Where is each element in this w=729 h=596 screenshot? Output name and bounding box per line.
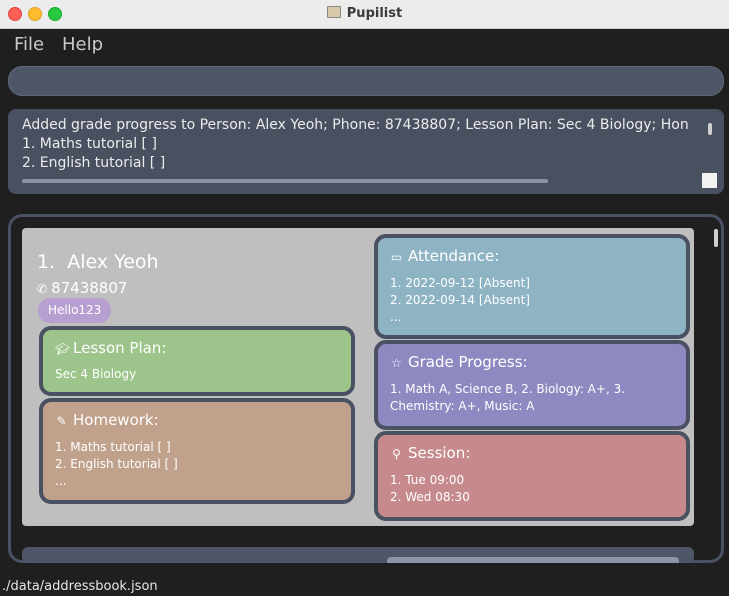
- result-horizontal-scrollbar[interactable]: [22, 179, 548, 183]
- command-input[interactable]: [8, 66, 724, 96]
- homework-item: 1. Maths tutorial [ ]: [55, 440, 171, 454]
- attendance-item: 2. 2022-09-14 [Absent]: [390, 293, 530, 307]
- app-icon: [326, 6, 341, 18]
- session-box: ⚲ Session: 1. Tue 09:00 2. Wed 08:30: [374, 431, 690, 521]
- person-index: 1.: [37, 251, 56, 273]
- result-line: Added grade progress to Person: Alex Yeo…: [22, 117, 689, 133]
- attendance-title: Attendance:: [408, 247, 500, 265]
- grade-progress-item: Chemistry: A+, Music: A: [390, 399, 535, 413]
- menu-help[interactable]: Help: [62, 34, 103, 55]
- grade-progress-box: ☆ Grade Progress: 1. Math A, Science B, 2…: [374, 340, 690, 430]
- attendance-item: ...: [390, 310, 402, 324]
- person-icon: ⚲: [392, 447, 401, 461]
- menu-file[interactable]: File: [14, 34, 44, 55]
- person-phone-row: ✆ 87438807: [37, 279, 127, 297]
- homework-box: ✎ Homework: 1. Maths tutorial [ ] 2. Engl…: [39, 398, 355, 504]
- lesson-plan-box: 🎓︎ Lesson Plan: Sec 4 Biology: [39, 326, 355, 396]
- menu-bar: File Help: [0, 29, 729, 59]
- next-person-card-box: [387, 557, 679, 563]
- pencil-icon: ✎: [56, 414, 67, 428]
- lesson-plan-title: Lesson Plan:: [73, 339, 167, 357]
- session-item: 1. Tue 09:00: [390, 473, 465, 487]
- result-line: 2. English tutorial [ ]: [22, 155, 166, 171]
- next-person-card[interactable]: [22, 547, 694, 563]
- lesson-plan-value: Sec 4 Biology: [55, 367, 137, 381]
- scrollbar-corner: [702, 173, 717, 188]
- grade-progress-title: Grade Progress:: [408, 353, 528, 371]
- grade-progress-item: 1. Math A, Science B, 2. Biology: A+, 3.: [390, 382, 626, 396]
- session-title: Session:: [408, 444, 471, 462]
- star-icon: ☆: [391, 356, 402, 370]
- result-display: Added grade progress to Person: Alex Yeo…: [8, 109, 724, 194]
- calendar-icon: ▭: [390, 250, 403, 264]
- result-vertical-scrollbar[interactable]: [708, 123, 712, 135]
- attendance-box: ▭ Attendance: 1. 2022-09-12 [Absent] 2. 2…: [374, 234, 690, 339]
- phone-icon: ✆: [37, 282, 48, 296]
- person-list-scrollbar[interactable]: [714, 229, 718, 247]
- person-name: Alex Yeoh: [67, 251, 159, 273]
- person-tag: Hello123: [38, 298, 112, 323]
- attendance-item: 1. 2022-09-12 [Absent]: [390, 276, 530, 290]
- homework-item: 2. English tutorial [ ]: [55, 457, 178, 471]
- result-line: 1. Maths tutorial [ ]: [22, 136, 157, 152]
- homework-item: ...: [55, 474, 67, 488]
- person-phone: 87438807: [51, 279, 128, 297]
- person-name-heading: 1. Alex Yeoh: [37, 251, 159, 273]
- status-bar-path: ./data/addressbook.json: [2, 579, 158, 594]
- window-title: Pupilist: [0, 0, 729, 28]
- window-title-text: Pupilist: [346, 6, 403, 21]
- graduation-cap-icon: 🎓︎: [55, 342, 71, 356]
- session-item: 2. Wed 08:30: [390, 490, 470, 504]
- homework-title: Homework:: [73, 411, 159, 429]
- title-bar: Pupilist: [0, 0, 729, 29]
